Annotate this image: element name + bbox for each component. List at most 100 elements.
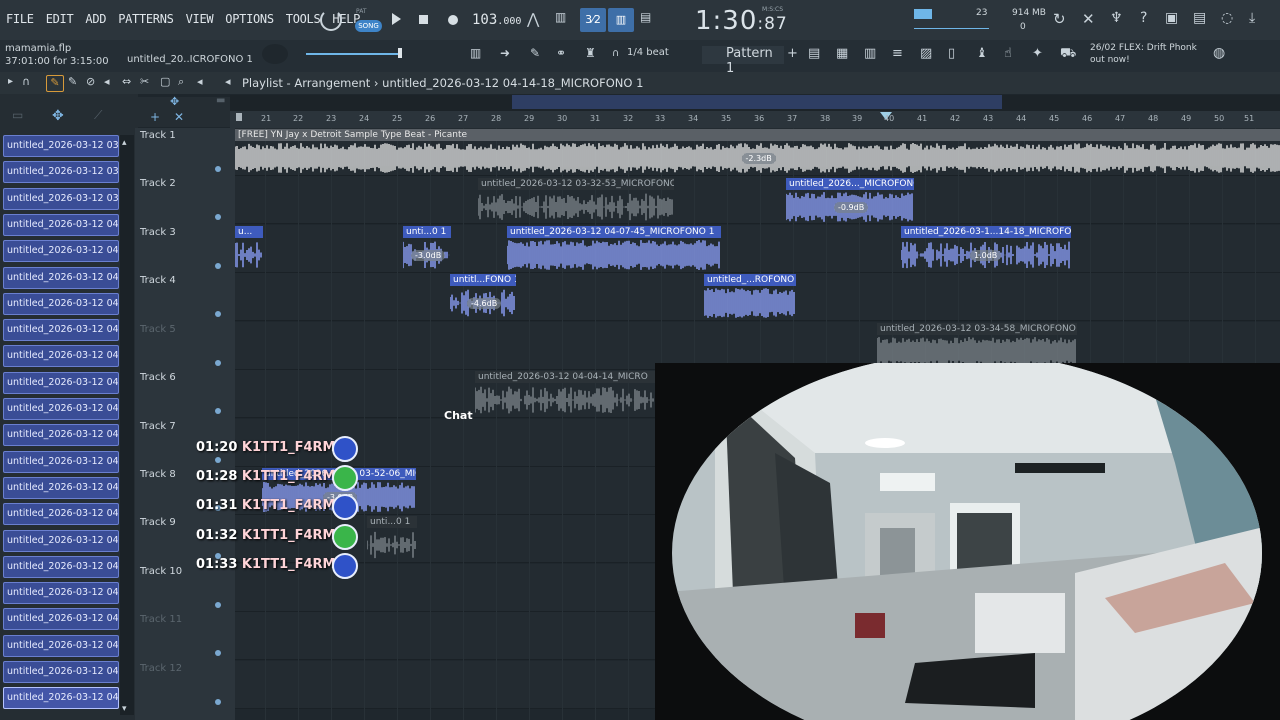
refresh-icon[interactable]: ↻ — [1053, 10, 1066, 28]
audio-clip[interactable]: [FREE] YN Jay x Detroit Sample Type Beat… — [235, 129, 1280, 173]
panel-icon[interactable]: ▬ — [216, 95, 225, 106]
slice-tool-icon[interactable]: ✂ — [140, 75, 149, 88]
track-header-label[interactable]: Track 9 — [140, 517, 176, 528]
list-view-icon[interactable]: ▭ — [12, 108, 23, 122]
clip-list-item[interactable]: untitled_2026-03-12 04-... — [3, 476, 119, 499]
chat-bubble-icon[interactable]: ◌ — [1221, 10, 1233, 26]
export-icon[interactable]: ▤ — [1193, 10, 1206, 26]
audio-clip[interactable]: untitled_2026-03-12 04-07-45_MICROFONO 1 — [507, 226, 721, 270]
countdown-toggle[interactable]: 3⁄2 — [580, 8, 606, 32]
clip-list-item[interactable]: untitled_2026-03-12 03-... — [3, 161, 119, 184]
clip-list-item[interactable]: untitled_2026-03-12 04-... — [3, 529, 119, 552]
track-header-label[interactable]: Track 8 — [140, 469, 176, 480]
menu-tools[interactable]: TOOLS — [286, 12, 321, 26]
wand-icon[interactable]: ✦ — [1032, 46, 1043, 61]
playlist-overview[interactable] — [230, 95, 1280, 111]
audio-clip[interactable]: u... — [235, 226, 263, 270]
track-header-label[interactable]: Track 7 — [140, 421, 176, 432]
track-mute-led[interactable] — [215, 166, 221, 172]
clip-list-item[interactable]: untitled_2026-03-12 03-... — [3, 187, 119, 210]
mute-tool-icon[interactable]: ◂ — [104, 75, 110, 88]
clip-list-item[interactable]: untitled_2026-03-12 04-... — [3, 371, 119, 394]
clip-list-item[interactable]: untitled_2026-03-12 04-... — [3, 292, 119, 315]
master-volume-knob[interactable] — [262, 44, 288, 64]
track-header-label[interactable]: Track 11 — [140, 614, 182, 625]
menu-patterns[interactable]: PATTERNS — [118, 12, 174, 26]
track-mute-led[interactable] — [215, 457, 221, 463]
audio-clip[interactable]: untitled_2026-03-1...14-18_MICROFONO 1 — [901, 226, 1071, 270]
clip-list-item[interactable]: untitled_2026-03-12 04-... — [3, 661, 119, 683]
track-mute-led[interactable] — [215, 699, 221, 705]
news-panel[interactable]: 26/02 FLEX: Drift Phonk out now! — [1090, 42, 1197, 66]
audio-clip[interactable]: unti...0 1 — [367, 516, 417, 560]
microphone-icon[interactable]: ♆ — [1110, 10, 1123, 26]
faders-icon[interactable]: ≡ — [892, 46, 903, 61]
pat-mode-label[interactable]: PAT — [356, 8, 367, 15]
channel-rack-icon[interactable]: ▦ — [836, 46, 848, 61]
track-header-label[interactable]: Track 1 — [140, 130, 176, 141]
loop-record-toggle[interactable]: ▥ — [608, 8, 634, 32]
track-header-label[interactable]: Track 12 — [140, 663, 182, 674]
hint-knob-icon[interactable] — [320, 9, 342, 31]
track-header-label[interactable]: Track 6 — [140, 372, 176, 383]
track-header-label[interactable]: Track 5 — [140, 324, 176, 335]
clip-list-item[interactable]: untitled_2026-03-12 04-... — [3, 687, 119, 710]
clip-list-item[interactable]: untitled_2026-03-12 04-... — [3, 608, 119, 631]
magnet-small-icon[interactable]: ∩ — [22, 75, 30, 88]
globe-icon[interactable]: ◍ — [1213, 45, 1225, 61]
clip-list-item[interactable]: untitled_2026-03-12 04-... — [3, 634, 119, 657]
track-mute-led[interactable] — [215, 650, 221, 656]
add-track-icon[interactable]: + — [150, 110, 160, 124]
step-edit-icon[interactable]: ▤ — [640, 10, 651, 24]
play-icon[interactable] — [392, 13, 401, 25]
center-icon[interactable]: ✥ — [52, 108, 64, 124]
mixer-icon[interactable]: ▥ — [864, 46, 876, 61]
clip-list-item[interactable]: untitled_2026-03-12 04-... — [3, 424, 119, 447]
clip-list-item[interactable]: untitled_2026-03-12 04-... — [3, 240, 119, 263]
scroll-up-icon[interactable]: ▴ — [122, 138, 127, 148]
zoom-tool-icon[interactable]: ⌕ — [178, 75, 184, 89]
stamp-icon[interactable]: ♜ — [585, 46, 596, 60]
scroll-down-icon[interactable]: ▾ — [122, 704, 127, 714]
clip-list-item[interactable]: untitled_2026-03-12 04-... — [3, 213, 119, 236]
plugin-icon[interactable]: ♝ — [976, 46, 988, 61]
track-mute-led[interactable] — [215, 311, 221, 317]
clip-list-item[interactable]: untitled_2026-03-12 04-... — [3, 398, 119, 420]
audio-clip[interactable]: untitled_...ROFONO 1 — [704, 274, 796, 318]
tools-icon[interactable]: ✕ — [1082, 10, 1095, 28]
audio-clip[interactable]: untitled_2026-03-12 03-34-58_MICROFONO 1 — [877, 323, 1077, 367]
move-icon[interactable]: ✥ — [170, 95, 179, 108]
track-header-label[interactable]: Track 2 — [140, 178, 176, 189]
track-header-label[interactable]: Track 10 — [140, 566, 182, 577]
save-icon[interactable]: ▣ — [1165, 10, 1178, 26]
download-icon[interactable]: ⤓ — [1249, 10, 1255, 26]
pattern-selector[interactable]: Pattern 1 — [702, 46, 784, 76]
audio-clip[interactable]: untitled_2026..._MICROFONO 1 — [786, 178, 914, 222]
play-small-icon[interactable]: ▸ — [8, 76, 13, 87]
select-tool-icon[interactable]: ▢ — [160, 75, 170, 88]
arrow-right-icon[interactable]: ➜ — [500, 46, 510, 60]
close-small-icon[interactable]: ✕ — [174, 110, 184, 124]
playlist-icon[interactable]: ▤ — [808, 46, 820, 61]
stop-icon[interactable] — [419, 15, 428, 24]
record-icon[interactable] — [448, 15, 458, 25]
clip-list-item[interactable]: untitled_2026-03-12 03-... — [3, 135, 119, 157]
menu-edit[interactable]: EDIT — [46, 12, 74, 26]
clip-list-item[interactable]: untitled_2026-03-12 04-... — [3, 450, 119, 473]
overview-window[interactable] — [512, 95, 1002, 109]
draw-tool-icon[interactable]: ✎ — [46, 75, 64, 92]
track-mute-led[interactable] — [215, 408, 221, 414]
track-header-label[interactable]: Track 4 — [140, 275, 176, 286]
clip-list-item[interactable]: untitled_2026-03-12 04-... — [3, 582, 119, 605]
touch-icon[interactable]: ☝ — [1004, 46, 1012, 61]
menu-view[interactable]: VIEW — [186, 12, 214, 26]
clip-list-item[interactable]: untitled_2026-03-12 04-... — [3, 266, 119, 289]
link-icon[interactable]: ⚭ — [556, 46, 566, 60]
metronome-icon[interactable]: ⋀ — [527, 10, 539, 28]
clip-list-item[interactable]: untitled_2026-03-12 04-... — [3, 555, 119, 578]
cart-icon[interactable]: ⛟ — [1060, 46, 1076, 63]
clip-list-item[interactable]: untitled_2026-03-12 04-... — [3, 345, 119, 368]
link-small-icon[interactable]: ⟋ — [94, 108, 102, 123]
audio-clip[interactable]: unti...0 1 — [403, 226, 451, 270]
playback-tool-icon[interactable]: ◂ — [197, 75, 203, 88]
